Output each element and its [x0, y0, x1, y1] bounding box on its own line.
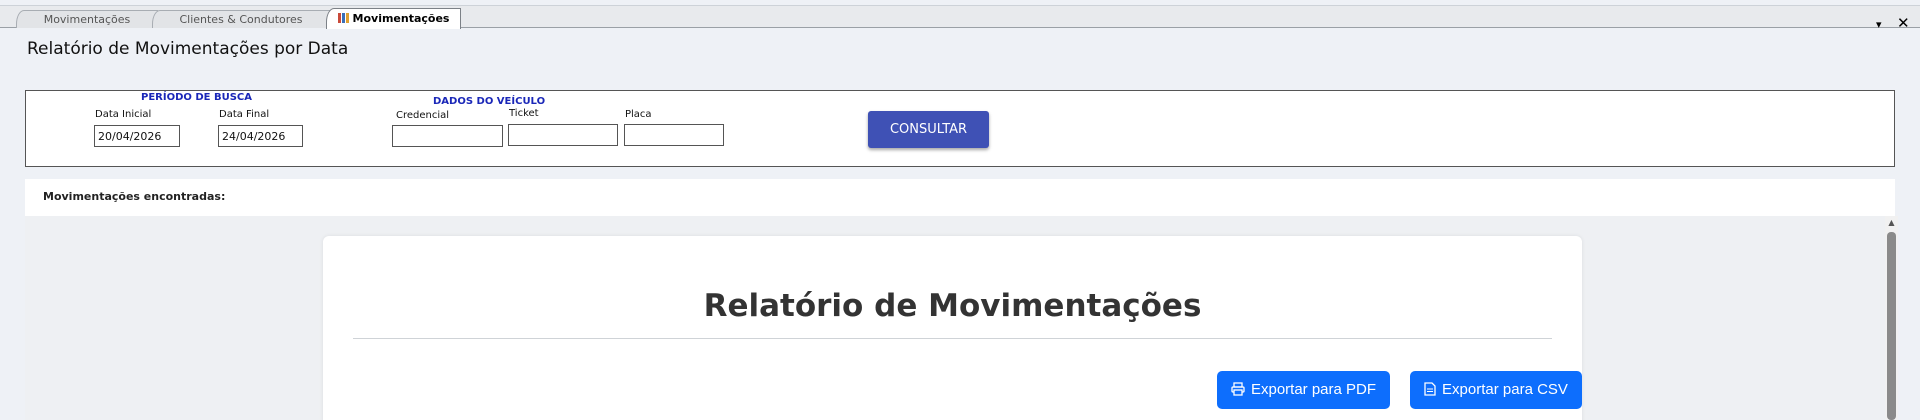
tab-label: Movimentações: [43, 13, 131, 26]
close-icon[interactable]: ✕: [1897, 14, 1910, 32]
report-icon: [337, 13, 349, 23]
tab-movimentacoes[interactable]: Movimentações: [16, 10, 158, 28]
results-label: Movimentações encontradas:: [43, 190, 226, 203]
start-date-label: Data Inicial: [95, 109, 152, 120]
tab-movimentacoes-active[interactable]: Movimentações: [326, 8, 461, 29]
chevron-down-icon[interactable]: ▾: [1876, 18, 1882, 31]
plate-label: Placa: [625, 109, 652, 120]
report-viewer: Relatório de Movimentações Exportar para…: [25, 216, 1885, 420]
tab-clientes-condutores[interactable]: Clientes & Condutores: [152, 10, 330, 28]
export-csv-button[interactable]: Exportar para CSV: [1410, 371, 1582, 409]
credential-label: Credencial: [396, 110, 450, 121]
divider: [353, 338, 1552, 339]
tab-bar: Movimentações Clientes & Condutores Movi…: [0, 6, 1920, 32]
file-icon: [1424, 381, 1436, 400]
period-group-title: PERÍODO DE BUSCA: [141, 92, 253, 103]
results-header: Movimentações encontradas:: [25, 179, 1895, 216]
tab-label: Movimentações: [352, 12, 450, 25]
report-card: Relatório de Movimentações Exportar para…: [323, 236, 1582, 420]
report-title: Relatório de Movimentações: [703, 288, 1202, 324]
ticket-label: Ticket: [509, 108, 539, 119]
page-title: Relatório de Movimentações por Data: [27, 39, 349, 59]
printer-icon: [1231, 381, 1245, 400]
end-date-label: Data Final: [219, 109, 270, 120]
vertical-scrollbar[interactable]: ▲: [1885, 216, 1898, 420]
plate-input[interactable]: [624, 124, 724, 146]
scroll-up-icon[interactable]: ▲: [1885, 218, 1898, 230]
start-date-input[interactable]: [94, 125, 180, 147]
end-date-input[interactable]: [218, 125, 303, 147]
tab-label: Clientes & Condutores: [179, 13, 303, 26]
filter-panel: PERÍODO DE BUSCA Data Inicial Data Final…: [25, 90, 1895, 167]
ticket-input[interactable]: [508, 124, 618, 146]
export-pdf-button[interactable]: Exportar para PDF: [1217, 371, 1390, 409]
export-pdf-label: Exportar para PDF: [1250, 380, 1377, 398]
credential-input[interactable]: [392, 125, 503, 147]
scroll-thumb[interactable]: [1887, 232, 1896, 420]
export-csv-label: Exportar para CSV: [1442, 380, 1568, 398]
vehicle-group-title: DADOS DO VEÍCULO: [433, 96, 546, 107]
consultar-button[interactable]: CONSULTAR: [868, 111, 989, 148]
